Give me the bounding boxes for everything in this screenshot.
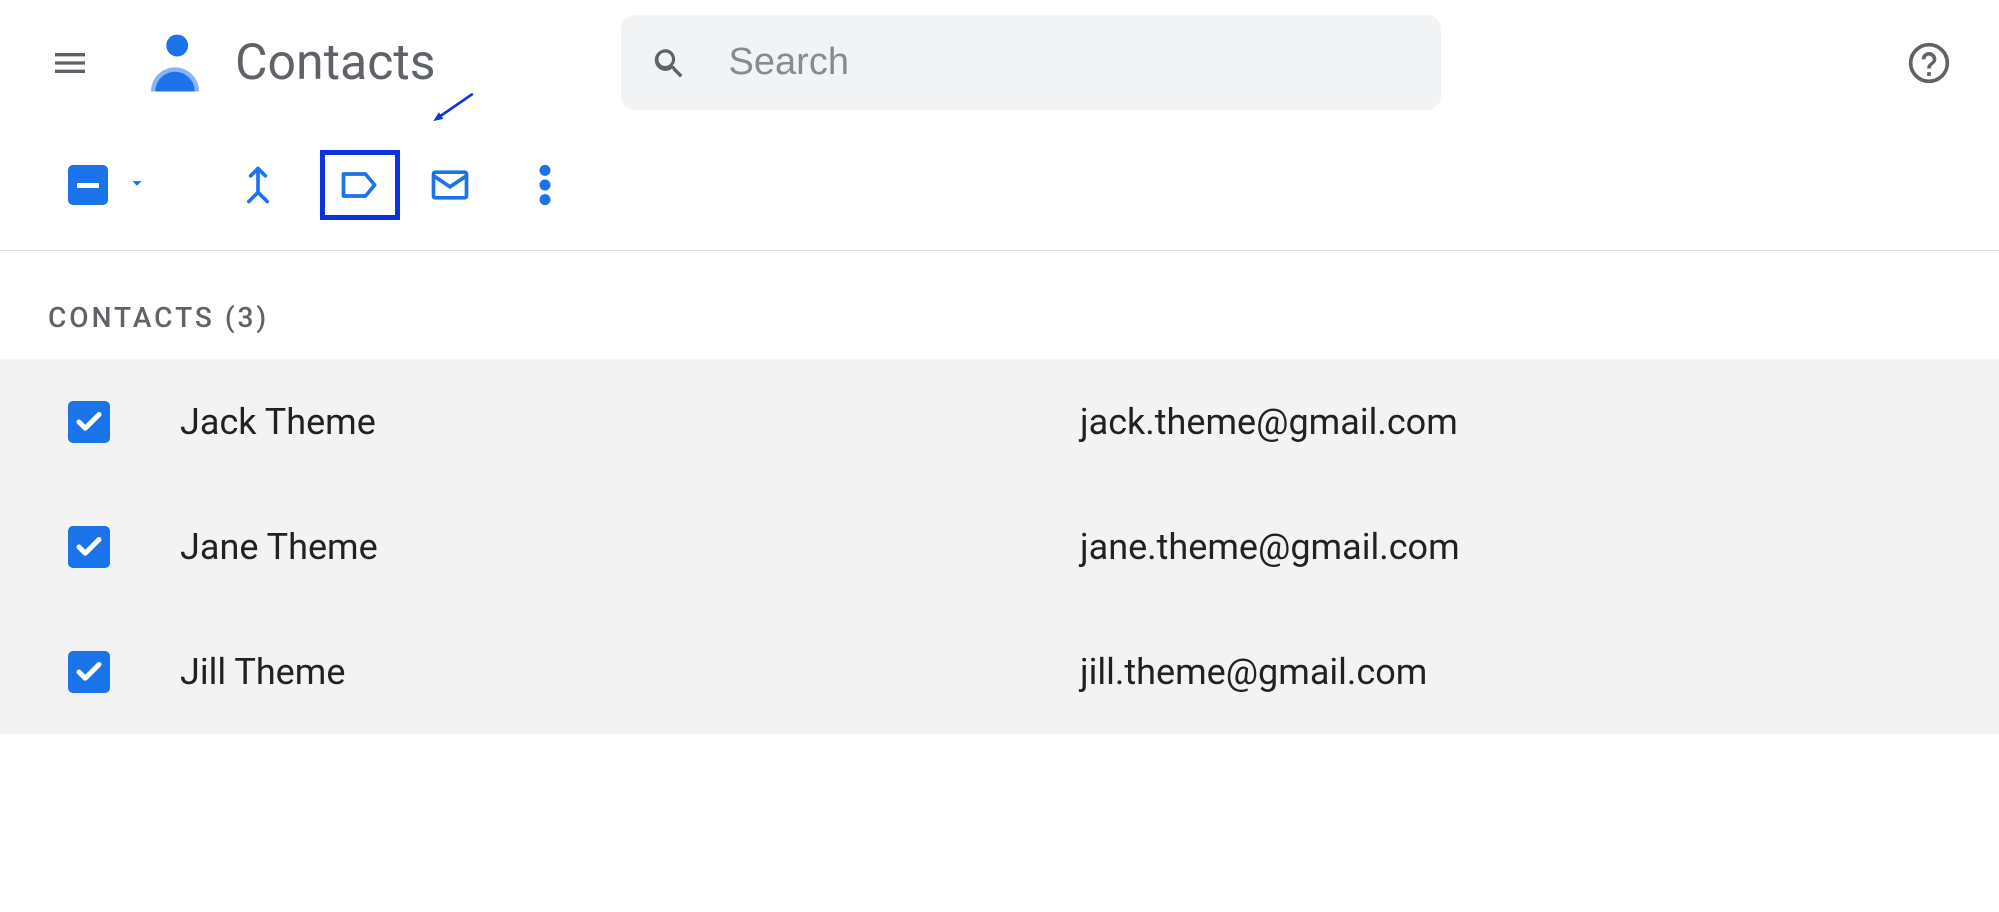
chevron-down-icon	[126, 172, 148, 198]
app-title: Contacts	[235, 34, 436, 92]
manage-labels-button[interactable]	[320, 150, 400, 220]
contact-name: Jack Theme	[180, 401, 1080, 443]
contact-row[interactable]: Jill Theme jill.theme@gmail.com	[0, 609, 1999, 734]
contacts-section-header: CONTACTS (3)	[0, 251, 1999, 359]
send-email-button[interactable]	[420, 155, 480, 215]
contact-checkbox[interactable]	[68, 651, 110, 693]
contact-row[interactable]: Jane Theme jane.theme@gmail.com	[0, 484, 1999, 609]
more-actions-button[interactable]	[515, 155, 575, 215]
merge-button[interactable]	[228, 155, 288, 215]
check-icon	[74, 407, 104, 437]
search-icon	[651, 43, 687, 83]
selection-indeterminate-icon	[68, 165, 108, 205]
annotation-arrow-icon	[431, 85, 475, 129]
contacts-logo-icon	[140, 28, 210, 98]
check-icon	[74, 532, 104, 562]
app-header: Contacts	[0, 0, 1999, 120]
contact-email: jane.theme@gmail.com	[1080, 526, 1460, 568]
contact-row[interactable]: Jack Theme jack.theme@gmail.com	[0, 359, 1999, 484]
search-bar[interactable]	[621, 15, 1441, 110]
app-logo: Contacts	[140, 28, 436, 98]
contact-name: Jill Theme	[180, 651, 1080, 693]
contact-email: jill.theme@gmail.com	[1080, 651, 1427, 693]
hamburger-icon	[50, 43, 90, 83]
selection-dropdown[interactable]	[68, 165, 148, 205]
help-button[interactable]	[1899, 33, 1959, 93]
selection-toolbar	[0, 120, 1999, 251]
main-menu-button[interactable]	[40, 33, 100, 93]
contacts-list: Jack Theme jack.theme@gmail.com Jane The…	[0, 359, 1999, 734]
check-icon	[74, 657, 104, 687]
search-input[interactable]	[727, 40, 1411, 85]
contact-email: jack.theme@gmail.com	[1080, 401, 1458, 443]
contact-name: Jane Theme	[180, 526, 1080, 568]
mail-icon	[428, 163, 472, 207]
contact-checkbox[interactable]	[68, 401, 110, 443]
merge-icon	[236, 163, 280, 207]
help-icon	[1907, 41, 1951, 85]
label-icon	[338, 163, 382, 207]
contact-checkbox[interactable]	[68, 526, 110, 568]
more-vert-icon	[539, 163, 551, 207]
